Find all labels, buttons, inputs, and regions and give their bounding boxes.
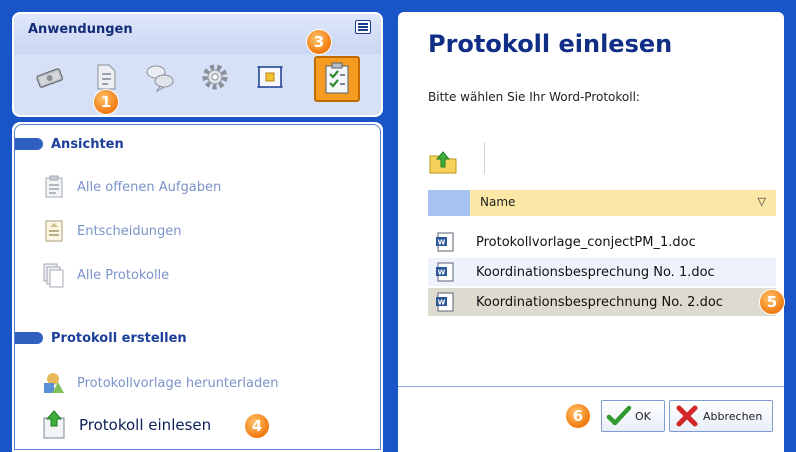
documents-stack-icon: [41, 262, 67, 288]
nav-item-entscheidungen[interactable]: Entscheidungen: [41, 219, 182, 243]
upload-document-icon: [41, 410, 69, 440]
nav-item-label: Entscheidungen: [77, 223, 182, 239]
navigation-frame: Ansichten Alle offenen Aufgaben Entschei…: [14, 124, 381, 450]
applications-panel: Anwendungen: [12, 12, 383, 117]
file-name: Protokollvorlage_conjectPM_1.doc: [476, 234, 696, 250]
nav-item-label: Protokoll einlesen: [79, 416, 212, 434]
file-row[interactable]: W Protokollvorlage_conjectPM_1.doc: [428, 228, 776, 256]
file-row-selected[interactable]: W Koordinationsbesprechnung No. 2.doc: [428, 288, 776, 316]
sort-arrow-icon[interactable]: ▽: [758, 195, 766, 208]
navigation-panel: Ansichten Alle offenen Aufgaben Entschei…: [12, 122, 383, 452]
footer-divider: [398, 386, 784, 387]
cancel-button-label: Abbrechen: [703, 409, 763, 423]
applications-title: Anwendungen: [28, 22, 133, 37]
import-protocol-panel: Protokoll einlesen Bitte wählen Sie Ihr …: [398, 12, 784, 452]
chat-icon[interactable]: [142, 59, 178, 95]
money-icon[interactable]: [32, 59, 68, 95]
selection-column-header: [428, 190, 470, 216]
menu-icon[interactable]: [355, 20, 371, 34]
toolbar-separator: [484, 142, 485, 174]
file-name: Koordinationsbesprechung No. 1.doc: [476, 264, 715, 280]
file-name: Koordinationsbesprechnung No. 2.doc: [476, 294, 723, 310]
page-title: Protokoll einlesen: [428, 30, 673, 58]
close-icon: [674, 403, 700, 429]
section-marker: [15, 332, 43, 344]
section-label-ansichten: Ansichten: [51, 136, 124, 152]
nav-item-alle-protokolle[interactable]: Alle Protokolle: [41, 262, 170, 288]
word-document-icon: W: [434, 231, 456, 253]
section-label-protokoll-erstellen: Protokoll erstellen: [51, 330, 187, 346]
svg-text:W: W: [438, 269, 446, 277]
checkmark-icon: [606, 403, 632, 429]
nav-item-alle-offenen-aufgaben[interactable]: Alle offenen Aufgaben: [41, 175, 221, 199]
file-row[interactable]: W Koordinationsbesprechung No. 1.doc: [428, 258, 776, 286]
word-document-icon: W: [434, 291, 456, 313]
svg-text:W: W: [438, 239, 446, 247]
callout-badge-4: 4: [245, 414, 269, 438]
callout-badge-3: 3: [307, 30, 331, 54]
section-header-protokoll-erstellen: Protokoll erstellen: [15, 327, 380, 349]
gear-icon[interactable]: [197, 59, 233, 95]
cancel-button[interactable]: Abbrechen: [669, 400, 773, 432]
svg-text:W: W: [438, 299, 446, 307]
callout-badge-6: 6: [566, 404, 590, 428]
column-header-name[interactable]: Name: [480, 195, 515, 209]
file-list-header: Name ▽: [428, 190, 776, 216]
section-marker: [15, 138, 43, 150]
nav-item-label: Alle Protokolle: [77, 267, 170, 283]
ok-button-label: OK: [635, 409, 651, 423]
frame-icon[interactable]: [252, 59, 288, 95]
checklist-icon[interactable]: [314, 56, 360, 102]
callout-badge-1: 1: [94, 90, 118, 114]
task-list-icon: [41, 174, 67, 200]
folder-up-icon[interactable]: [428, 146, 458, 176]
word-document-icon: W: [434, 261, 456, 283]
callout-badge-5: 5: [760, 290, 784, 314]
section-header-ansichten: Ansichten: [15, 133, 380, 155]
decision-icon: [41, 218, 67, 244]
nav-item-protokollvorlage-herunterladen[interactable]: Protokollvorlage herunterladen: [41, 371, 278, 395]
template-download-icon: [41, 370, 67, 396]
instruction-text: Bitte wählen Sie Ihr Word-Protokoll:: [428, 90, 640, 104]
nav-item-label: Protokollvorlage herunterladen: [77, 375, 279, 391]
ok-button[interactable]: OK: [601, 400, 665, 432]
nav-item-protokoll-einlesen[interactable]: Protokoll einlesen: [41, 410, 212, 440]
nav-item-label: Alle offenen Aufgaben: [77, 179, 222, 195]
